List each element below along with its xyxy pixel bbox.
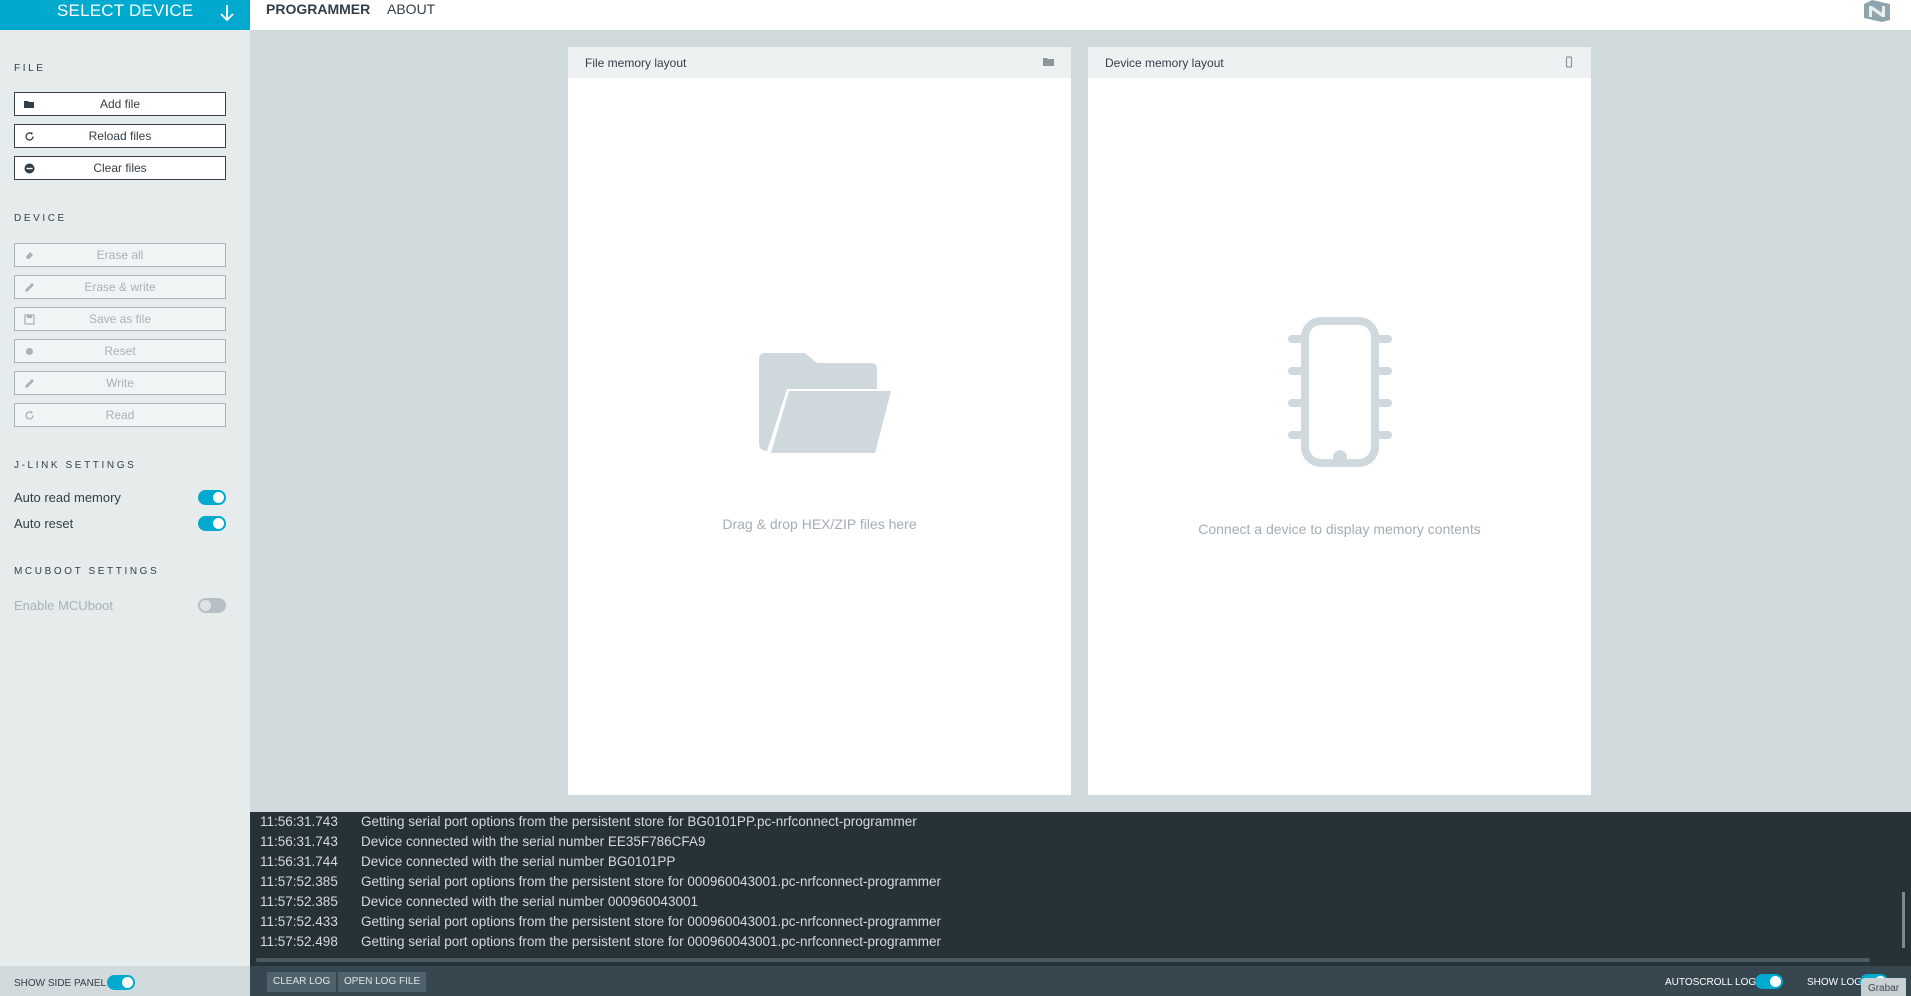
reload-files-label: Reload files xyxy=(88,129,152,143)
log-timestamp: 11:56:31.743 xyxy=(260,814,338,829)
folder-open-icon xyxy=(24,101,34,108)
log-timestamp: 11:57:52.498 xyxy=(260,934,338,949)
refresh-icon xyxy=(25,132,34,141)
top-bar: SELECT DEVICE PROGRAMMER ABOUT xyxy=(0,0,1911,30)
minus-circle-icon xyxy=(24,163,35,174)
clear-log-button[interactable]: CLEAR LOG xyxy=(267,972,337,992)
log-horizontal-scrollbar[interactable] xyxy=(256,958,1870,962)
reset-label: Reset xyxy=(104,344,136,358)
tab-about[interactable]: ABOUT xyxy=(387,0,435,30)
dot-icon xyxy=(26,348,33,355)
erase-write-label: Erase & write xyxy=(84,280,156,294)
reload-files-button[interactable]: Reload files xyxy=(14,124,226,148)
pencil-icon xyxy=(25,283,34,292)
auto-read-memory-label: Auto read memory xyxy=(14,490,121,505)
log-message: Getting serial port options from the per… xyxy=(361,934,942,949)
auto-read-memory-setting: Auto read memory xyxy=(14,488,226,508)
device-section-title: DEVICE xyxy=(14,213,67,224)
log-viewer[interactable]: 11:56:31.743 Getting serial port options… xyxy=(250,812,1911,966)
autoscroll-log-label: AUTOSCROLL LOG xyxy=(1665,977,1757,988)
chip-icon xyxy=(1565,56,1573,68)
side-panel: FILE Add file Reload files Clear files D… xyxy=(0,30,250,966)
grabar-badge[interactable]: Grabar xyxy=(1861,978,1906,996)
show-side-panel-toggle[interactable] xyxy=(107,975,135,990)
device-memory-layout-panel: Device memory layout Connect a device to… xyxy=(1088,47,1591,795)
file-memory-layout-header: File memory layout xyxy=(568,47,1071,78)
file-memory-layout-title: File memory layout xyxy=(585,56,687,70)
log-message: Device connected with the serial number … xyxy=(361,854,676,869)
auto-reset-setting: Auto reset xyxy=(14,514,226,534)
log-timestamp: 11:57:52.385 xyxy=(260,874,338,889)
erase-all-label: Erase all xyxy=(96,248,144,262)
log-vertical-scrollbar[interactable] xyxy=(1902,892,1905,948)
log-message: Device connected with the serial number … xyxy=(361,834,706,849)
select-device-button[interactable]: SELECT DEVICE xyxy=(0,0,250,30)
autoscroll-log-toggle[interactable] xyxy=(1755,974,1783,989)
device-memory-layout-header: Device memory layout xyxy=(1088,47,1591,78)
enable-mcuboot-setting: Enable MCUboot xyxy=(14,596,226,616)
log-timestamp: 11:56:31.744 xyxy=(260,854,338,869)
eraser-icon xyxy=(26,252,33,259)
file-drop-placeholder: Drag & drop HEX/ZIP files here xyxy=(722,516,917,532)
log-footer: CLEAR LOG OPEN LOG FILE AUTOSCROLL LOG S… xyxy=(250,966,1911,996)
arrow-down-icon xyxy=(220,5,234,22)
save-as-file-label: Save as file xyxy=(88,312,152,326)
add-file-label: Add file xyxy=(99,97,141,111)
erase-write-button[interactable]: Erase & write xyxy=(14,275,226,299)
read-button[interactable]: Read xyxy=(14,403,226,427)
log-timestamp: 11:56:31.743 xyxy=(260,834,338,849)
refresh-icon xyxy=(25,411,34,420)
device-memory-layout-title: Device memory layout xyxy=(1105,56,1224,70)
log-message: Device connected with the serial number … xyxy=(361,894,698,909)
pencil-icon xyxy=(25,379,34,388)
jlink-settings-title: J-LINK SETTINGS xyxy=(14,460,137,471)
write-button[interactable]: Write xyxy=(14,371,226,395)
show-log-label: SHOW LOG xyxy=(1807,977,1863,988)
file-memory-layout-panel[interactable]: File memory layout Drag & drop HEX/ZIP f… xyxy=(568,47,1071,795)
read-label: Read xyxy=(105,408,135,422)
side-panel-footer: SHOW SIDE PANEL xyxy=(0,966,250,996)
nordic-logo-icon xyxy=(1864,0,1890,22)
log-timestamp: 11:57:52.385 xyxy=(260,894,338,909)
mcuboot-settings-title: MCUBOOT SETTINGS xyxy=(14,566,160,577)
open-log-file-button[interactable]: OPEN LOG FILE xyxy=(338,972,427,992)
folder-open-large-icon xyxy=(759,353,891,453)
log-message: Getting serial port options from the per… xyxy=(361,874,942,889)
save-icon xyxy=(24,314,35,325)
clear-files-button[interactable]: Clear files xyxy=(14,156,226,180)
auto-read-memory-toggle[interactable] xyxy=(198,490,226,505)
device-placeholder: Connect a device to display memory conte… xyxy=(1198,521,1481,537)
file-section-title: FILE xyxy=(14,63,46,74)
write-label: Write xyxy=(106,376,134,390)
reset-button[interactable]: Reset xyxy=(14,339,226,363)
clear-files-label: Clear files xyxy=(93,161,147,175)
select-device-label: SELECT DEVICE xyxy=(57,1,194,20)
log-message: Getting serial port options from the per… xyxy=(361,914,942,929)
enable-mcuboot-toggle[interactable] xyxy=(198,598,226,613)
auto-reset-toggle[interactable] xyxy=(198,516,226,531)
save-as-file-button[interactable]: Save as file xyxy=(14,307,226,331)
auto-reset-label: Auto reset xyxy=(14,516,74,531)
add-file-button[interactable]: Add file xyxy=(14,92,226,116)
enable-mcuboot-label: Enable MCUboot xyxy=(14,598,113,613)
log-message: Getting serial port options from the per… xyxy=(361,814,917,829)
show-side-panel-label: SHOW SIDE PANEL xyxy=(14,978,107,989)
log-timestamp: 11:57:52.433 xyxy=(260,914,338,929)
chip-large-icon xyxy=(1288,317,1392,467)
erase-all-button[interactable]: Erase all xyxy=(14,243,226,267)
tab-programmer[interactable]: PROGRAMMER xyxy=(266,0,370,30)
folder-icon xyxy=(1043,58,1054,66)
